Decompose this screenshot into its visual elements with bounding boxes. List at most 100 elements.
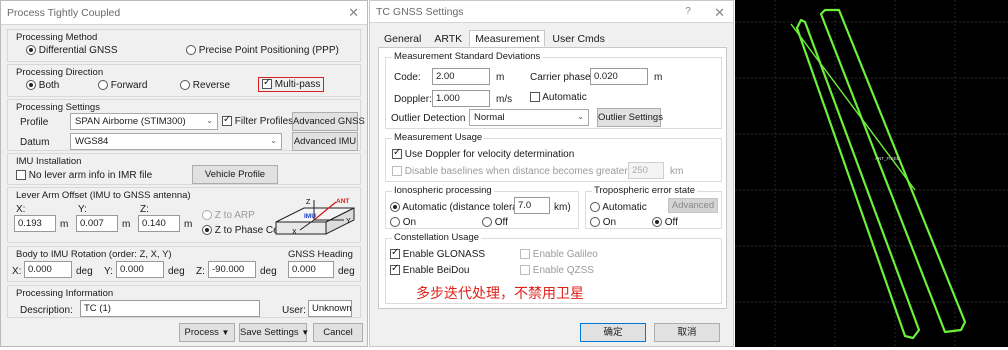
diagram-z-label: Z <box>306 199 311 206</box>
code-unit: m <box>496 72 505 83</box>
lever-z-unit: m <box>184 219 193 230</box>
lever-x-input[interactable]: 0.193 <box>14 215 56 232</box>
rot-z-label: Z: <box>196 266 205 277</box>
description-input[interactable]: TC (1) <box>80 300 260 317</box>
ok-button[interactable]: 确定 <box>580 323 646 342</box>
vehicle-profile-button[interactable]: Vehicle Profile <box>192 165 278 184</box>
rot-z-unit: deg <box>260 266 277 277</box>
differential-gnss-radio[interactable]: Differential GNSS <box>26 45 118 56</box>
doppler-label: Doppler: <box>394 94 432 105</box>
trajectory-plot: ANT_FIXED <box>735 0 1008 347</box>
dialog-title: TC GNSS Settings <box>376 5 464 18</box>
datum-label: Datum <box>20 137 50 148</box>
code-input[interactable]: 2.00 <box>432 68 490 85</box>
advanced-gnss-button[interactable]: Advanced GNSS <box>292 112 365 131</box>
outlier-level-select[interactable]: Normal ⌄ <box>469 109 589 126</box>
iono-on-radio[interactable]: On <box>390 217 416 228</box>
tolerance-input[interactable]: 7.0 <box>514 197 550 214</box>
rot-x-label: X: <box>12 266 22 277</box>
dropdown-arrow-icon: ▼ <box>221 328 230 337</box>
lever-y-input[interactable]: 0.007 <box>76 215 118 232</box>
multi-pass-checkbox[interactable]: Multi-pass <box>258 77 325 92</box>
lever-arm-label: Lever Arm Offset (IMU to GNSS antenna) <box>16 190 191 201</box>
lever-arm-diagram: Z ANT IMU Y X <box>275 198 355 236</box>
measurement-usage-group: Measurement Usage Use Doppler for veloci… <box>385 132 722 182</box>
ionospheric-group: Ionospheric processing Automatic (distan… <box>385 185 579 229</box>
std-dev-label: Measurement Standard Deviations <box>392 51 543 62</box>
processing-direction-group: Processing Direction Both Forward Revers… <box>7 64 361 97</box>
dialog-titlebar: Process Tightly Coupled ✕ <box>1 1 367 25</box>
tab-bar: General ARTK Measurement User Cmds <box>378 30 612 47</box>
z-to-arp-radio[interactable]: Z to ARP <box>202 210 255 221</box>
rot-x-input[interactable]: 0.000 <box>24 261 72 278</box>
tropo-off-radio[interactable]: Off <box>652 217 678 228</box>
measurement-tab-panel: Measurement Standard Deviations Code: 2.… <box>378 47 727 309</box>
chevron-down-icon: ⌄ <box>206 116 213 125</box>
reverse-radio[interactable]: Reverse <box>180 80 230 91</box>
doppler-unit: m/s <box>496 94 513 105</box>
enable-galileo-checkbox[interactable]: Enable Galileo <box>520 249 598 260</box>
diagram-y-label: Y <box>346 218 351 225</box>
dialog-title: Process Tightly Coupled <box>7 6 121 19</box>
filter-profiles-checkbox[interactable]: Filter Profiles <box>222 114 293 127</box>
tropo-on-radio[interactable]: On <box>590 217 616 228</box>
description-label: Description: <box>20 305 73 316</box>
tropo-advanced-button[interactable]: Advanced <box>668 198 718 213</box>
cancel-button[interactable]: 取消 <box>654 323 720 342</box>
rotation-label: Body to IMU Rotation (order: Z, X, Y) <box>16 249 172 260</box>
tab-artk[interactable]: ARTK <box>428 30 468 47</box>
enable-beidou-checkbox[interactable]: Enable BeiDou <box>390 263 470 276</box>
profile-select[interactable]: SPAN Airborne (STIM300) ⌄ <box>70 113 218 130</box>
help-icon[interactable]: ? <box>685 5 691 17</box>
processing-settings-label: Processing Settings <box>16 102 100 113</box>
tab-user-cmds[interactable]: User Cmds <box>546 30 611 47</box>
chevron-down-icon: ⌄ <box>577 112 584 121</box>
trajectory-loop-2 <box>795 18 921 340</box>
process-button[interactable]: Process ▼ <box>179 323 235 342</box>
carrier-phase-label: Carrier phase: <box>530 72 594 83</box>
no-lever-arm-checkbox[interactable]: No lever arm info in IMR file <box>16 170 152 181</box>
annotation-text: 多步迭代处理，不禁用卫星 <box>416 285 584 301</box>
diagram-x-label: X <box>292 229 297 236</box>
forward-radio[interactable]: Forward <box>98 80 147 91</box>
cancel-button[interactable]: Cancel <box>313 323 363 342</box>
processing-settings-group: Processing Settings Profile SPAN Airborn… <box>7 99 365 151</box>
lever-z-input[interactable]: 0.140 <box>138 215 180 232</box>
lever-y-label: Y: <box>78 204 87 215</box>
close-icon[interactable]: ✕ <box>714 5 725 21</box>
code-label: Code: <box>394 72 421 83</box>
user-input[interactable]: Unknown <box>308 300 352 317</box>
disable-baselines-checkbox[interactable]: Disable baselines when distance becomes … <box>392 166 653 177</box>
tab-measurement[interactable]: Measurement <box>469 30 546 47</box>
tolerance-unit: km) <box>554 202 571 213</box>
both-radio[interactable]: Both <box>26 80 59 91</box>
iono-off-radio[interactable]: Off <box>482 217 508 228</box>
lever-x-label: X: <box>16 204 26 215</box>
carrier-phase-input[interactable]: 0.020 <box>590 68 648 85</box>
enable-glonass-checkbox[interactable]: Enable GLONASS <box>390 247 485 260</box>
user-label: User: <box>282 305 306 316</box>
lever-arm-group: Lever Arm Offset (IMU to GNSS antenna) X… <box>7 187 361 243</box>
baseline-distance-input[interactable]: 250 <box>628 162 664 179</box>
tab-general[interactable]: General <box>378 30 427 47</box>
use-doppler-checkbox[interactable]: Use Doppler for velocity determination <box>392 147 574 160</box>
heading-offset-input[interactable]: 0.000 <box>288 261 334 278</box>
rot-y-label: Y: <box>104 266 113 277</box>
rot-z-input[interactable]: -90.000 <box>208 261 256 278</box>
rot-y-input[interactable]: 0.000 <box>116 261 164 278</box>
save-settings-button[interactable]: Save Settings ▼ <box>239 323 309 342</box>
profile-label: Profile <box>20 117 49 128</box>
datum-select[interactable]: WGS84 ⌄ <box>70 133 282 150</box>
tropo-automatic-radio[interactable]: Automatic <box>590 202 647 213</box>
tropospheric-group: Tropospheric error state Automatic Advan… <box>585 185 722 229</box>
trajectory-crossing-line <box>790 23 916 191</box>
close-icon[interactable]: ✕ <box>348 5 359 21</box>
advanced-imu-button[interactable]: Advanced IMU <box>292 132 358 151</box>
outlier-settings-button[interactable]: Outlier Settings <box>597 108 663 127</box>
dialog-titlebar: TC GNSS Settings ? ✕ <box>370 1 733 23</box>
rot-x-unit: deg <box>76 266 93 277</box>
doppler-input[interactable]: 1.000 <box>432 90 490 107</box>
enable-qzss-checkbox[interactable]: Enable QZSS <box>520 265 594 276</box>
ppp-radio[interactable]: Precise Point Positioning (PPP) <box>186 45 339 56</box>
automatic-checkbox[interactable]: Automatic <box>530 92 587 103</box>
